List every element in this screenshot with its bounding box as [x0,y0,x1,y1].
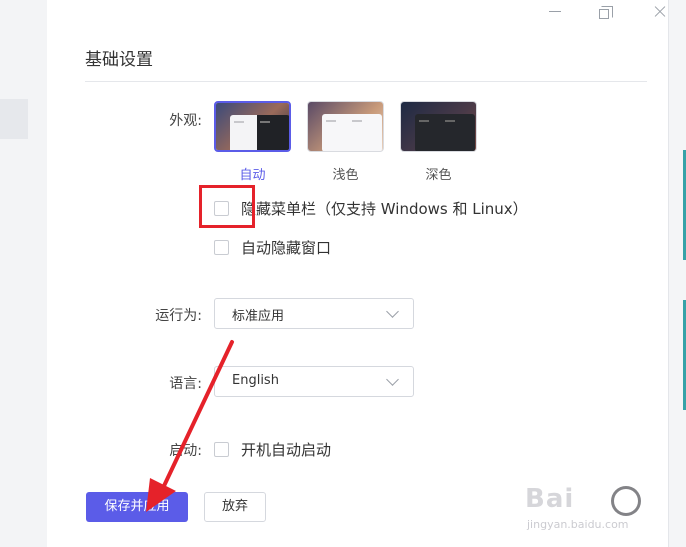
section-title: 基础设置 [85,50,153,70]
appearance-caption-auto[interactable]: 自动 [214,164,291,183]
baidu-paw-icon [611,486,641,516]
run-as-value: 标准应用 [232,309,285,324]
language-label: 语言: [169,376,202,392]
startup-checkbox[interactable] [214,442,229,457]
run-as-select[interactable]: 标准应用 [214,298,414,329]
save-and-apply-button[interactable]: 保存并应用 [86,492,188,522]
minimize-icon[interactable] [543,2,567,22]
annotation-arrow [146,340,234,512]
background-app-sidebar [0,0,47,547]
hide-menubar-label[interactable]: 隐藏菜单栏（仅支持 Windows 和 Linux） [241,198,528,219]
auto-hide-window-label[interactable]: 自动隐藏窗口 [241,237,331,258]
chevron-down-icon [386,305,399,318]
baidu-watermark: Bai jingyan.baidu.com [525,484,675,544]
section-divider [85,81,647,82]
chevron-down-icon [386,373,399,386]
appearance-caption-dark[interactable]: 深色 [400,164,477,183]
watermark-sub: jingyan.baidu.com [527,518,629,531]
background-sidebar-selected-item [0,99,28,139]
annotation-highlight-box [199,185,255,228]
watermark-brand: Bai [525,484,575,514]
appearance-caption-light[interactable]: 浅色 [307,164,384,183]
appearance-option-auto[interactable] [214,101,291,152]
theme-preview [230,115,289,150]
startup-checkbox-label[interactable]: 开机自动启动 [241,439,331,460]
appearance-option-dark[interactable] [400,101,477,152]
language-select[interactable]: English [214,366,414,397]
restore-icon[interactable] [595,2,619,22]
discard-button[interactable]: 放弃 [204,492,266,522]
theme-preview [322,114,382,151]
run-as-label: 运行为: [155,308,202,324]
startup-label: 启动: [169,443,202,459]
language-value: English [232,373,279,388]
appearance-option-light[interactable] [307,101,384,152]
auto-hide-window-checkbox[interactable] [214,240,229,255]
theme-preview [415,114,475,151]
background-app-right-edge [668,0,686,547]
close-icon[interactable] [648,2,672,22]
appearance-label: 外观: [169,113,202,129]
